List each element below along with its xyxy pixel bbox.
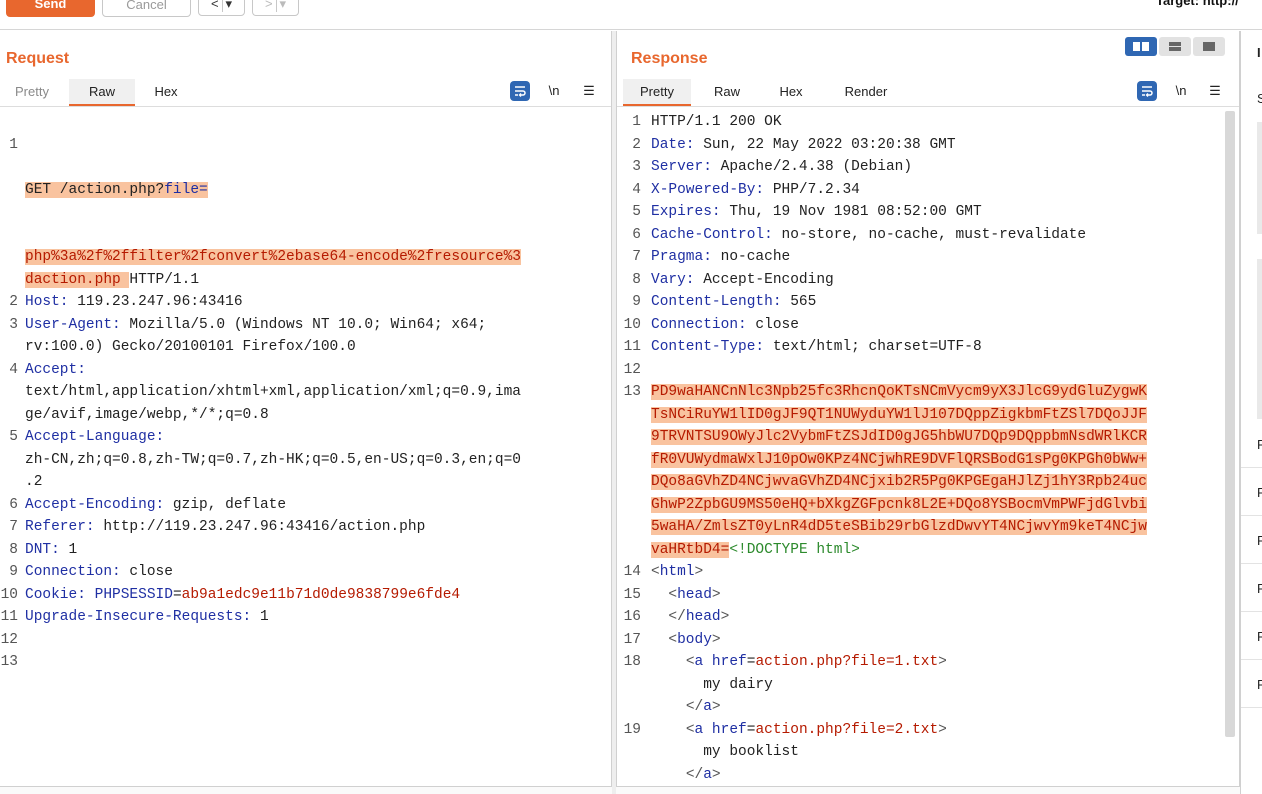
inspector-section-label: S xyxy=(1257,91,1262,106)
inspector-row[interactable]: R xyxy=(1241,613,1262,660)
layout-tabs-icon[interactable] xyxy=(1193,37,1225,56)
chevron-down-icon: ▾ xyxy=(225,0,233,11)
inspector-row[interactable]: R xyxy=(1241,661,1262,708)
inspector-row[interactable]: R xyxy=(1241,517,1262,564)
newline-toggle-icon[interactable]: \n xyxy=(1170,80,1192,102)
request-search-bar[interactable] xyxy=(0,786,612,794)
menu-icon[interactable]: ☰ xyxy=(578,80,600,102)
layout-side-by-side-icon[interactable] xyxy=(1125,37,1157,56)
newline-toggle-icon[interactable]: \n xyxy=(543,80,565,102)
top-toolbar: Send Cancel < ▾ > ▾ Target: http:// xyxy=(0,0,1262,30)
inspector-block-2 xyxy=(1257,259,1262,419)
request-line-3: 3 User-Agent: Mozilla/5.0 (Windows NT 10.… xyxy=(9,316,487,333)
history-forward-button[interactable]: > ▾ xyxy=(252,0,299,16)
request-line-8: 8 DNT: 1 xyxy=(9,541,78,558)
request-line-1: 1 GET /action.php?file= xyxy=(9,136,208,198)
request-line-11: 11 Upgrade-Insecure-Requests: 1 xyxy=(0,609,269,625)
request-editor[interactable]: 1 GET /action.php?file= php%3a%2f%2ffilt… xyxy=(0,111,600,674)
inspector-title: I xyxy=(1257,45,1261,60)
word-wrap-icon[interactable] xyxy=(510,81,530,101)
request-line-7: 7 Referer: http://119.23.247.96:43416/act… xyxy=(9,519,426,535)
response-editor[interactable]: 1 HTTP/1.1 200 OK 2 Date: Sun, 22 May 2022… xyxy=(617,111,1221,786)
cancel-button[interactable]: Cancel xyxy=(102,0,191,17)
tab-response-pretty[interactable]: Pretty xyxy=(623,79,691,106)
request-line-10: 10 Cookie: PHPSESSID=ab9a1edc9e11b71d0de9… xyxy=(0,586,461,603)
layout-stacked-icon[interactable] xyxy=(1159,37,1191,56)
request-line-9: 9 Connection: close xyxy=(9,564,173,580)
response-scrollbar[interactable] xyxy=(1225,111,1235,737)
response-editor-tools: \n ☰ xyxy=(1135,80,1235,102)
inspector-row[interactable]: R xyxy=(1241,421,1262,468)
tab-request-raw[interactable]: Raw xyxy=(69,79,135,106)
chevron-down-icon: ▾ xyxy=(279,0,287,11)
layout-toggle xyxy=(1125,37,1225,57)
response-search-bar[interactable] xyxy=(616,786,1240,794)
request-title: Request xyxy=(6,50,70,67)
inspector-panel: I S R R R R R R xyxy=(1240,31,1262,794)
request-editor-tools: \n ☰ xyxy=(508,80,608,102)
request-line-6: 6 Accept-Encoding: gzip, deflate xyxy=(9,496,287,513)
request-line-4: 4 Accept: xyxy=(9,361,86,378)
inspector-row[interactable]: R xyxy=(1241,565,1262,612)
send-button[interactable]: Send xyxy=(6,0,95,17)
history-back-button[interactable]: < ▾ xyxy=(198,0,245,16)
request-line-13: 13 xyxy=(0,654,18,670)
inspector-block-1 xyxy=(1257,122,1262,234)
chevron-right-icon: > xyxy=(264,0,273,11)
tab-response-raw[interactable]: Raw xyxy=(703,79,751,106)
response-title: Response xyxy=(631,50,708,67)
request-panel: Request Pretty Raw Hex \n ☰ 1 GET /actio… xyxy=(0,31,612,794)
tab-request-hex[interactable]: Hex xyxy=(140,79,192,106)
request-line-2: 2 Host: 119.23.247.96:43416 xyxy=(9,294,243,310)
base64-body: 13 PD9waHANCnNlc3Npb25fc3RhcnQoKTsNCmVycm… xyxy=(623,384,1147,400)
tab-response-render[interactable]: Render xyxy=(833,79,899,106)
target-label: Target: http:// xyxy=(1156,0,1239,8)
request-line-12: 12 xyxy=(0,631,18,648)
tab-response-hex[interactable]: Hex xyxy=(769,79,813,106)
chevron-left-icon: < xyxy=(210,0,219,11)
response-panel: Response Pretty Raw Hex Render \n ☰ 1 HTT… xyxy=(616,31,1240,794)
word-wrap-icon[interactable] xyxy=(1137,81,1157,101)
request-line-5: 5 Accept-Language: xyxy=(9,429,165,445)
inspector-row[interactable]: R xyxy=(1241,469,1262,516)
tab-request-pretty[interactable]: Pretty xyxy=(0,79,64,106)
menu-icon[interactable]: ☰ xyxy=(1204,80,1226,102)
